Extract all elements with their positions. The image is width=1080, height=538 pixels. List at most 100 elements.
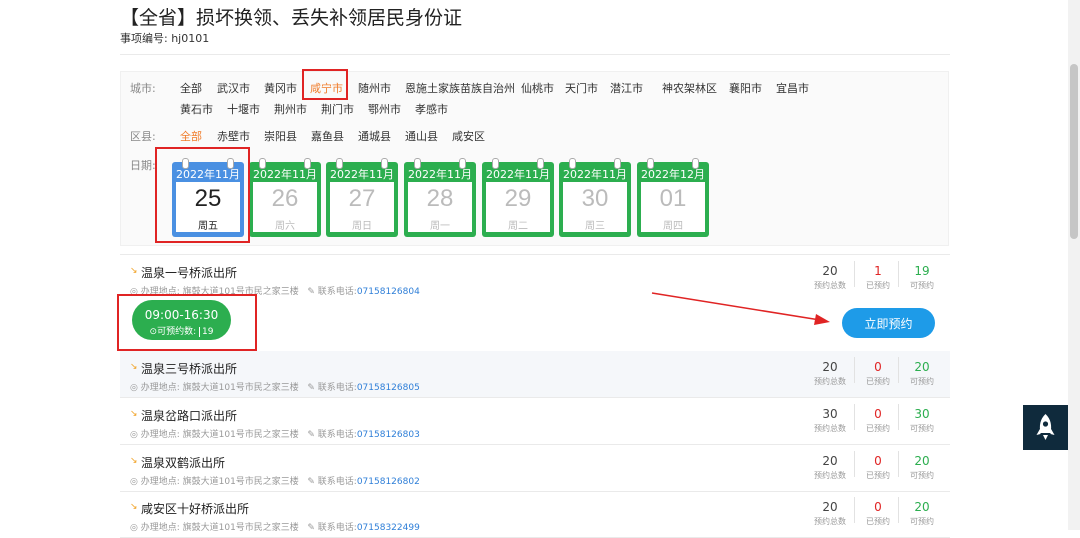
stat-booked-label: 已预约 bbox=[866, 471, 890, 480]
date-weekday: 周一 bbox=[430, 221, 450, 232]
phone-label: 联系电话: bbox=[317, 383, 357, 393]
city-option[interactable]: 仙桃市 bbox=[521, 80, 554, 96]
station-info: ◎ 办理地点: 旗鼓大道101号市民之家三楼 ✎ 联系电话:0715812680… bbox=[130, 380, 420, 393]
stat-booked-value: 0 bbox=[874, 407, 882, 421]
station-name[interactable]: 咸安区十好桥派出所 bbox=[141, 500, 249, 517]
stat-total-label: 预约总数 bbox=[814, 517, 846, 526]
district-option[interactable]: 崇阳县 bbox=[264, 128, 297, 144]
stat-booked-value: 0 bbox=[874, 360, 882, 374]
city-option[interactable]: 神农架林区 bbox=[662, 80, 717, 96]
arrow-icon: ↘ bbox=[130, 456, 138, 466]
divider bbox=[120, 54, 950, 55]
date-card[interactable]: 2022年11月 29 周二 bbox=[482, 158, 554, 237]
annotation-arrow bbox=[651, 292, 830, 325]
station-phone: 07158126802 bbox=[356, 477, 420, 487]
stat-separator bbox=[854, 404, 855, 430]
district-option[interactable]: 通山县 bbox=[405, 128, 438, 144]
back-to-top-button[interactable] bbox=[1023, 405, 1068, 450]
stat-available-value: 20 bbox=[914, 360, 930, 374]
district-option[interactable]: 赤壁市 bbox=[217, 128, 250, 144]
district-option[interactable]: 嘉鱼县 bbox=[311, 128, 344, 144]
date-card[interactable]: 2022年11月 28 周一 bbox=[404, 158, 476, 237]
date-card[interactable]: 2022年11月 30 周三 bbox=[559, 158, 631, 237]
city-option[interactable]: 十堰市 bbox=[227, 101, 260, 117]
date-weekday: 周日 bbox=[352, 221, 372, 232]
city-option[interactable]: 全部 bbox=[180, 80, 202, 96]
stat-separator bbox=[854, 451, 855, 477]
stat-total-value: 20 bbox=[822, 360, 838, 374]
station-address: 办理地点: 旗鼓大道101号市民之家三楼 bbox=[140, 383, 299, 393]
city-option[interactable]: 荆门市 bbox=[321, 101, 354, 117]
date-card[interactable]: 2022年11月 27 周日 bbox=[326, 158, 398, 237]
stat-booked-value: 1 bbox=[874, 264, 882, 278]
arrow-icon: ↘ bbox=[130, 502, 138, 512]
station-name[interactable]: 温泉双鹤派出所 bbox=[141, 454, 225, 471]
district-option[interactable]: 咸安区 bbox=[452, 128, 485, 144]
date-month: 2022年12月 bbox=[641, 168, 705, 181]
stat-separator bbox=[898, 357, 899, 383]
stat-booked-value: 0 bbox=[874, 454, 882, 468]
item-code: 事项编号: hj0101 bbox=[120, 32, 210, 45]
book-now-button[interactable]: 立即预约 bbox=[842, 308, 935, 338]
stat-total-label: 预约总数 bbox=[814, 424, 846, 433]
date-body: 26 周六 bbox=[253, 182, 317, 232]
stat-available-label: 可预约 bbox=[910, 281, 934, 290]
date-month: 2022年11月 bbox=[563, 168, 627, 181]
city-option[interactable]: 潜江市 bbox=[610, 80, 643, 96]
date-day: 29 bbox=[504, 185, 532, 212]
stat-booked-label: 已预约 bbox=[866, 424, 890, 433]
stat-available-label: 可预约 bbox=[910, 377, 934, 386]
phone-icon: ✎ bbox=[298, 383, 318, 393]
stat-available-value: 19 bbox=[914, 264, 930, 278]
station-name[interactable]: 温泉三号桥派出所 bbox=[141, 360, 237, 377]
city-option[interactable]: 黄石市 bbox=[180, 101, 213, 117]
date-label: 日期: bbox=[130, 159, 156, 172]
district-option[interactable]: 全部 bbox=[180, 128, 202, 144]
city-option[interactable]: 天门市 bbox=[565, 80, 598, 96]
stat-available-value: 20 bbox=[914, 500, 930, 514]
station-address: 办理地点: 旗鼓大道101号市民之家三楼 bbox=[140, 523, 299, 533]
city-option[interactable]: 鄂州市 bbox=[368, 101, 401, 117]
date-body: 27 周日 bbox=[330, 182, 394, 232]
city-option[interactable]: 襄阳市 bbox=[729, 80, 762, 96]
date-day: 30 bbox=[581, 185, 609, 212]
station-phone: 07158126803 bbox=[356, 430, 420, 440]
station-name[interactable]: 温泉一号桥派出所 bbox=[141, 264, 237, 281]
date-body: 29 周二 bbox=[486, 182, 550, 232]
page-title: 【全省】损坏换领、丢失补领居民身份证 bbox=[120, 7, 463, 29]
date-weekday: 周四 bbox=[663, 221, 683, 232]
stat-separator bbox=[854, 261, 855, 287]
divider bbox=[120, 444, 950, 445]
stat-available-label: 可预约 bbox=[910, 471, 934, 480]
city-option[interactable]: 荆州市 bbox=[274, 101, 307, 117]
stat-separator bbox=[854, 497, 855, 523]
phone-label: 联系电话: bbox=[317, 287, 357, 297]
date-highlight-box bbox=[155, 147, 250, 243]
date-body: 28 周一 bbox=[408, 182, 472, 232]
date-card[interactable]: 2022年11月 26 周六 bbox=[249, 158, 321, 237]
phone-label: 联系电话: bbox=[317, 523, 357, 533]
date-card[interactable]: 2022年12月 01 周四 bbox=[637, 158, 709, 237]
city-option[interactable]: 黄冈市 bbox=[264, 80, 297, 96]
station-phone: 07158322499 bbox=[356, 523, 420, 533]
station-name[interactable]: 温泉岔路口派出所 bbox=[141, 407, 237, 424]
station-info: ◎ 办理地点: 旗鼓大道101号市民之家三楼 ✎ 联系电话:0715832249… bbox=[130, 520, 420, 533]
district-option[interactable]: 通城县 bbox=[358, 128, 391, 144]
stat-booked-label: 已预约 bbox=[866, 377, 890, 386]
stat-total-value: 30 bbox=[822, 407, 838, 421]
arrow-icon: ↘ bbox=[130, 362, 138, 372]
city-option[interactable]: 孝感市 bbox=[415, 101, 448, 117]
city-option[interactable]: 宜昌市 bbox=[776, 80, 809, 96]
city-option[interactable]: 随州市 bbox=[358, 80, 391, 96]
phone-label: 联系电话: bbox=[317, 477, 357, 487]
date-body: 01 周四 bbox=[641, 182, 705, 232]
scrollbar-thumb[interactable] bbox=[1070, 64, 1078, 239]
location-icon: ◎ bbox=[130, 383, 141, 393]
divider bbox=[120, 254, 950, 255]
stat-available-label: 可预约 bbox=[910, 424, 934, 433]
divider bbox=[120, 397, 950, 398]
location-icon: ◎ bbox=[130, 477, 141, 487]
city-option[interactable]: 恩施土家族苗族自治州 bbox=[405, 80, 515, 96]
stat-available-value: 20 bbox=[914, 454, 930, 468]
city-option[interactable]: 武汉市 bbox=[217, 80, 250, 96]
